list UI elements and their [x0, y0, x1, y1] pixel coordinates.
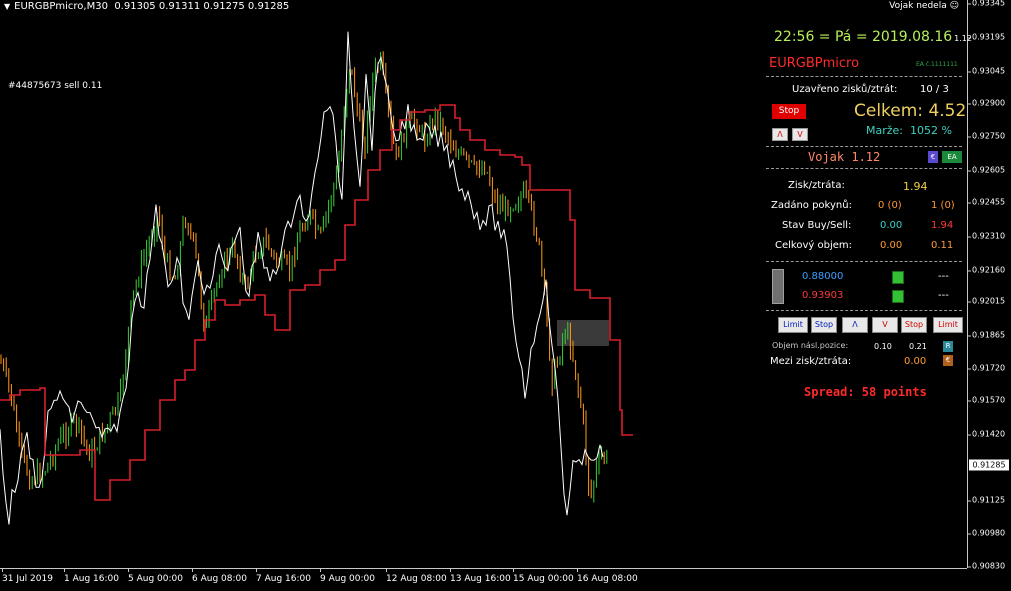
next-sell: 0.21	[909, 342, 927, 351]
inter-profit-label: Mezi zisk/ztráta:	[770, 356, 852, 367]
euro-small-icon[interactable]: €	[943, 355, 953, 366]
next-position-label: Objem násl.pozice:	[772, 341, 849, 350]
dropdown-arrow-icon[interactable]: ▼	[4, 2, 10, 11]
buy-small-button[interactable]: Λ	[772, 128, 788, 141]
margin-label: Marže: 1052 %	[866, 124, 952, 137]
time-scale[interactable]: 31 Jul 2019 1 Aug 16:00 5 Aug 00:00 6 Aug 0…	[0, 568, 967, 591]
price-tick: 0.91420	[967, 429, 1006, 439]
volume-sell: 0.11	[931, 240, 954, 251]
level-buy-toggle[interactable]	[892, 271, 904, 284]
price-tick: 0.92310	[967, 231, 1006, 241]
margin-value: 1052 %	[910, 124, 952, 137]
profit-value: 1.94	[903, 180, 928, 193]
ea-icon[interactable]: EA	[942, 151, 962, 163]
price-scale[interactable]: 0.93345 0.93195 0.93045 0.92900 0.92750 0.926…	[967, 0, 1011, 571]
state-sell: 1.94	[931, 220, 954, 231]
next-buy: 0.10	[874, 342, 892, 351]
sell-button[interactable]: V	[872, 317, 898, 333]
ea-panel: 22:56 = Pá = 2019.08.16 1.12 EURGBPmicro …	[762, 22, 972, 422]
level-buy-dash: ---	[938, 271, 949, 282]
price-tick: 0.91720	[967, 363, 1006, 373]
smiley-icon: ☺	[949, 1, 959, 11]
candlesticks	[0, 51, 608, 503]
volume-buy: 0.00	[880, 240, 903, 251]
price-tick: 0.92015	[967, 296, 1006, 306]
price-tick: 0.92900	[967, 98, 1006, 108]
price-tick: 0.91865	[967, 330, 1006, 340]
state-buy: 0.00	[880, 220, 903, 231]
orders-sell: 1 (0)	[931, 200, 955, 211]
panel-title: Vojak 1.12	[808, 150, 881, 164]
ea-code: EA č.1111111	[916, 61, 958, 68]
price-tick: 0.93195	[967, 32, 1006, 42]
clock: 22:56 = Pá = 2019.08.16 1.12	[774, 29, 972, 45]
price-tick: 0.92160	[967, 265, 1006, 275]
divider	[766, 168, 962, 169]
profit-label: Zisk/ztráta:	[788, 180, 845, 191]
level-buy-price: 0.88000	[802, 271, 844, 282]
price-tick: 0.93345	[967, 0, 1006, 8]
level-sell-toggle[interactable]	[892, 290, 904, 303]
sell-stop-button[interactable]: Stop	[901, 317, 927, 333]
time-tick: 13 Aug 16:00	[450, 569, 511, 584]
sell-limit-button[interactable]: Limit	[933, 317, 963, 333]
time-tick: 31 Jul 2019	[2, 569, 53, 584]
price-tick: 0.92750	[967, 131, 1006, 141]
time-tick: 6 Aug 08:00	[192, 569, 247, 584]
price-tick: 0.93045	[967, 66, 1006, 76]
price-tick: 0.90980	[967, 528, 1006, 538]
sell-small-button[interactable]: V	[792, 128, 808, 141]
time-tick: 15 Aug 00:00	[513, 569, 574, 584]
panel-symbol: EURGBPmicro	[769, 56, 860, 71]
user-label: Vojak nedela ☺	[889, 1, 959, 11]
time-tick: 12 Aug 08:00	[386, 569, 447, 584]
closed-value: 10 / 3	[920, 84, 949, 95]
price-tick: 0.91570	[967, 395, 1006, 405]
chart-title: ▼ EURGBPmicro,M30 0.91305 0.91311 0.91275…	[4, 1, 290, 12]
price-tick: 0.92455	[967, 197, 1006, 207]
level-sell-price: 0.93903	[802, 290, 844, 301]
reset-icon[interactable]: R	[943, 341, 953, 352]
buy-limit-button[interactable]: Limit	[778, 317, 808, 333]
inter-profit-value: 0.00	[904, 356, 927, 367]
state-label: Stav Buy/Sell:	[782, 220, 852, 231]
level-slider-handle[interactable]	[772, 269, 784, 304]
time-tick: 7 Aug 16:00	[256, 569, 311, 584]
divider	[766, 76, 962, 77]
celkem-total: Celkem: 4.52	[854, 101, 967, 121]
divider	[766, 261, 962, 262]
order-label: #44875673 sell 0.11	[8, 81, 103, 91]
buy-stop-button[interactable]: Stop	[811, 317, 837, 333]
volume-label: Celkový objem:	[775, 240, 852, 251]
ohlc-readout: 0.91305 0.91311 0.91275 0.91285	[114, 1, 290, 12]
orders-label: Zadáno pokynů:	[771, 200, 852, 211]
divider	[766, 310, 962, 311]
time-tick: 9 Aug 00:00	[320, 569, 375, 584]
buy-button[interactable]: Λ	[842, 317, 868, 333]
price-tick: 0.92605	[967, 165, 1006, 175]
closed-label: Uzavřeno zisků/ztrát:	[792, 84, 898, 95]
time-tick: 1 Aug 16:00	[64, 569, 119, 584]
orders-buy: 0 (0)	[878, 200, 902, 211]
price-tick: 0.91125	[967, 495, 1006, 505]
time-tick: 16 Aug 08:00	[577, 569, 638, 584]
divider	[766, 146, 962, 147]
time-tick: 5 Aug 00:00	[128, 569, 183, 584]
current-price-label: 0.91285	[969, 459, 1009, 471]
price-tick: 0.90830	[967, 561, 1006, 571]
stop-button[interactable]: Stop	[772, 104, 806, 119]
spread-readout: Spread: 58 points	[804, 385, 927, 399]
level-sell-dash: ---	[938, 290, 949, 301]
euro-icon[interactable]: €	[928, 151, 938, 163]
